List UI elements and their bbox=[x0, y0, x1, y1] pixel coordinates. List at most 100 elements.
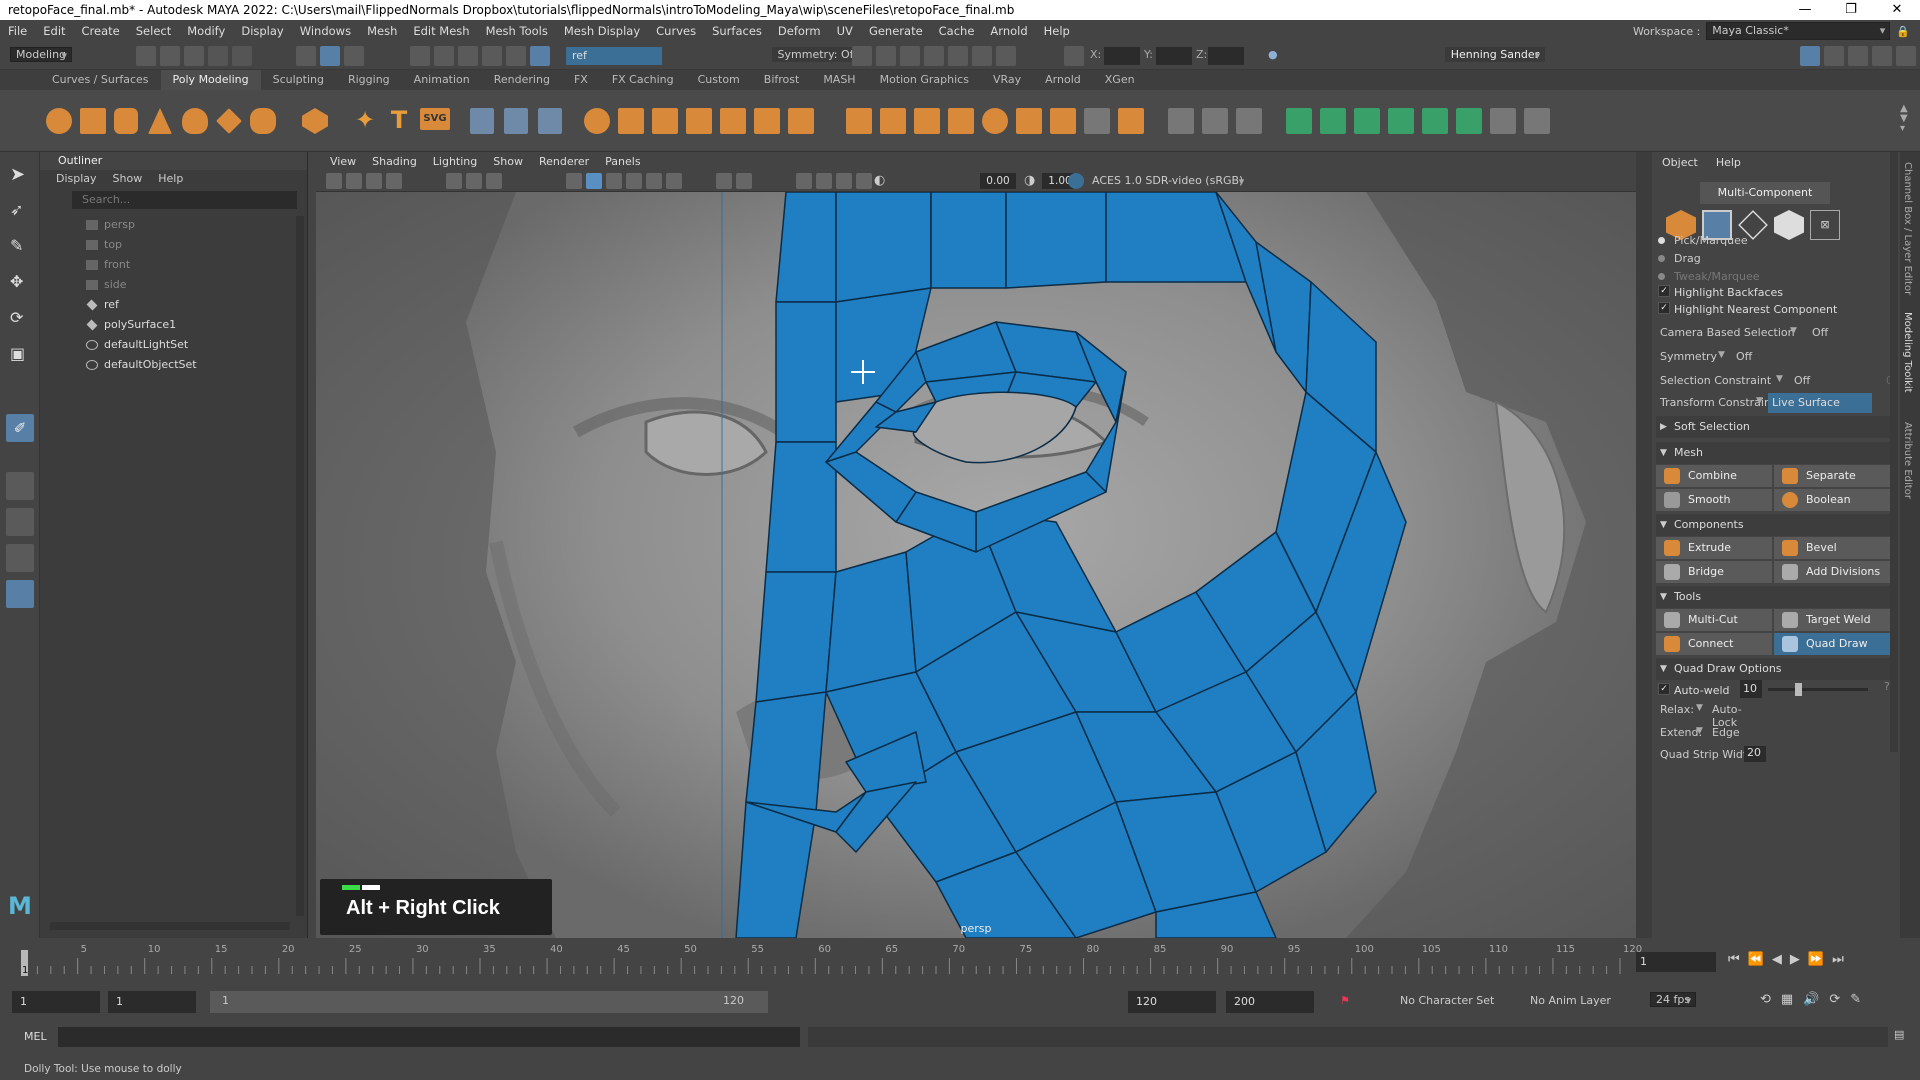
menu-display[interactable]: Display bbox=[233, 24, 291, 38]
outliner-item[interactable]: polySurface1 bbox=[40, 315, 307, 335]
poly-cone-icon[interactable] bbox=[148, 108, 172, 134]
menu-surfaces[interactable]: Surfaces bbox=[704, 24, 770, 38]
combine-shelf-icon[interactable] bbox=[584, 108, 610, 134]
menu-edit-mesh[interactable]: Edit Mesh bbox=[405, 24, 477, 38]
quad-draw-tool-icon[interactable]: ✐ bbox=[6, 414, 34, 442]
snap-surface-icon[interactable] bbox=[506, 46, 526, 66]
uv-editor-shelf-icon[interactable] bbox=[1422, 108, 1448, 134]
add-divisions-button[interactable]: Add Divisions bbox=[1774, 561, 1890, 583]
chevron-down-icon[interactable]: ▼ bbox=[1696, 703, 1703, 713]
target-weld-button[interactable]: Target Weld bbox=[1774, 609, 1890, 631]
restore-icon[interactable]: ❐ bbox=[1828, 0, 1874, 20]
image-plane-icon[interactable] bbox=[386, 173, 402, 189]
smooth-button[interactable]: Smooth bbox=[1656, 489, 1772, 511]
toggle-channel-box-icon[interactable] bbox=[1872, 46, 1892, 66]
outliner-item[interactable]: persp bbox=[40, 215, 307, 235]
transform-constraint-value[interactable]: Live Surface bbox=[1768, 393, 1872, 413]
make-live-icon[interactable] bbox=[530, 46, 550, 66]
auto-weld-checkbox[interactable]: Auto-weld bbox=[1658, 683, 1730, 697]
planar-mapping-shelf-icon[interactable] bbox=[1286, 108, 1312, 134]
toggle-modeling-toolkit-icon[interactable] bbox=[1800, 46, 1820, 66]
current-frame-field[interactable]: 1 bbox=[1636, 952, 1716, 972]
toggle-attribute-editor-icon[interactable] bbox=[1824, 46, 1844, 66]
mirror-shelf-icon[interactable] bbox=[652, 108, 678, 134]
menu-mesh-display[interactable]: Mesh Display bbox=[556, 24, 648, 38]
toolkit-menu-help[interactable]: Help bbox=[1716, 156, 1741, 172]
svg-tool-icon[interactable]: SVG bbox=[420, 108, 450, 130]
channel-box-tab[interactable]: Channel Box / Layer Editor bbox=[1902, 162, 1913, 295]
selection-field[interactable]: ref bbox=[566, 47, 662, 65]
extrude-button[interactable]: Extrude bbox=[1656, 537, 1772, 559]
textured-icon[interactable] bbox=[626, 173, 642, 189]
script-language-label[interactable]: MEL bbox=[24, 1030, 47, 1043]
time-slider[interactable]: 5 10 15 20 25 30 35 40 45 50 55 60 65 70 75 80 85 90 95 100… bbox=[0, 938, 1920, 980]
menu-deform[interactable]: Deform bbox=[770, 24, 829, 38]
script-editor-icon[interactable]: ▤ bbox=[1894, 1028, 1904, 1041]
menu-mesh-tools[interactable]: Mesh Tools bbox=[478, 24, 556, 38]
menu-help[interactable]: Help bbox=[1036, 24, 1078, 38]
cut-uv-shelf-icon[interactable] bbox=[1490, 108, 1516, 134]
auto-weld-slider[interactable] bbox=[1768, 683, 1868, 696]
insert-edge-loop-shelf-icon[interactable] bbox=[1202, 108, 1228, 134]
chevron-down-icon[interactable]: ▼ bbox=[1776, 374, 1783, 384]
bookmarks-icon[interactable] bbox=[366, 173, 382, 189]
drag-radio[interactable]: Drag bbox=[1658, 252, 1701, 265]
camera-based-selection-value[interactable]: Off bbox=[1812, 326, 1828, 339]
extend-value[interactable]: Edge bbox=[1712, 726, 1740, 739]
film-gate-icon[interactable] bbox=[466, 173, 482, 189]
face-mode-icon[interactable] bbox=[1774, 210, 1804, 240]
menu-windows[interactable]: Windows bbox=[292, 24, 359, 38]
automatic-mapping-shelf-icon[interactable] bbox=[1388, 108, 1414, 134]
shelf-tab-sculpting[interactable]: Sculpting bbox=[261, 70, 336, 90]
four-view-layout-icon[interactable] bbox=[6, 508, 34, 536]
multi-component-button[interactable]: Multi-Component bbox=[1700, 182, 1830, 204]
highlight-nearest-component-checkbox[interactable]: Highlight Nearest Component bbox=[1658, 302, 1837, 316]
range-slider[interactable]: 1 120 bbox=[210, 991, 768, 1013]
multi-cut-shelf-icon[interactable] bbox=[1168, 108, 1194, 134]
shelf-scroll-icon[interactable]: ▲ ▼ ▾ bbox=[1900, 104, 1908, 134]
isolate-select-icon[interactable] bbox=[796, 173, 812, 189]
menu-generate[interactable]: Generate bbox=[861, 24, 931, 38]
close-icon[interactable]: ✕ bbox=[1874, 0, 1920, 20]
persp-outliner-layout-icon[interactable] bbox=[6, 580, 34, 608]
outliner-menu-display[interactable]: Display bbox=[56, 172, 97, 186]
cylindrical-mapping-shelf-icon[interactable] bbox=[1320, 108, 1346, 134]
poly-sphere-icon[interactable] bbox=[46, 108, 72, 134]
anti-aliasing-icon[interactable] bbox=[736, 173, 752, 189]
outliner-item[interactable]: top bbox=[40, 235, 307, 255]
menu-create[interactable]: Create bbox=[74, 24, 128, 38]
pick-marquee-radio[interactable]: Pick/Marquee bbox=[1658, 234, 1748, 247]
select-camera-icon[interactable] bbox=[326, 173, 342, 189]
playback-options-icons[interactable]: ⟲▦🔊⟳✎ bbox=[1760, 992, 1871, 1007]
shelf-tab-rendering[interactable]: Rendering bbox=[482, 70, 562, 90]
open-scene-icon[interactable] bbox=[160, 46, 180, 66]
menu-cache[interactable]: Cache bbox=[931, 24, 983, 38]
camera-attributes-icon[interactable] bbox=[346, 173, 362, 189]
offset-edge-loop-shelf-icon[interactable] bbox=[1236, 108, 1262, 134]
toggle-layer-editor-icon[interactable] bbox=[1896, 46, 1916, 66]
select-component-icon[interactable] bbox=[344, 46, 364, 66]
bridge-shelf-icon[interactable] bbox=[880, 108, 906, 134]
highlight-backfaces-checkbox[interactable]: Highlight Backfaces bbox=[1658, 285, 1783, 299]
render-icon[interactable] bbox=[852, 46, 872, 66]
new-scene-icon[interactable] bbox=[136, 46, 156, 66]
toolkit-scrollbar[interactable] bbox=[1890, 152, 1898, 752]
lasso-tool-icon[interactable]: ➶ bbox=[10, 200, 30, 220]
use-all-lights-icon[interactable] bbox=[646, 173, 662, 189]
wireframe-on-shaded-icon[interactable] bbox=[606, 173, 622, 189]
menu-modify[interactable]: Modify bbox=[179, 24, 233, 38]
retopo-shelf-icon[interactable] bbox=[788, 108, 814, 134]
shelf-tab-fx[interactable]: FX bbox=[562, 70, 600, 90]
poly-disc-icon[interactable] bbox=[250, 108, 276, 134]
undo-icon[interactable] bbox=[208, 46, 228, 66]
lock-icon[interactable]: 🔒 bbox=[1896, 25, 1910, 38]
quad-draw-options-section[interactable]: Quad Draw Options bbox=[1656, 658, 1892, 680]
bridge-button[interactable]: Bridge bbox=[1656, 561, 1772, 583]
x-field[interactable] bbox=[1104, 47, 1140, 65]
select-hierarchy-icon[interactable] bbox=[296, 46, 316, 66]
menu-select[interactable]: Select bbox=[128, 24, 179, 38]
uv-mode-icon[interactable]: ⊠ bbox=[1810, 210, 1840, 240]
menuset-dropdown[interactable]: Modeling bbox=[10, 47, 73, 62]
viewport-menu-show[interactable]: Show bbox=[485, 155, 531, 168]
measure-tool-icon[interactable] bbox=[470, 108, 494, 134]
